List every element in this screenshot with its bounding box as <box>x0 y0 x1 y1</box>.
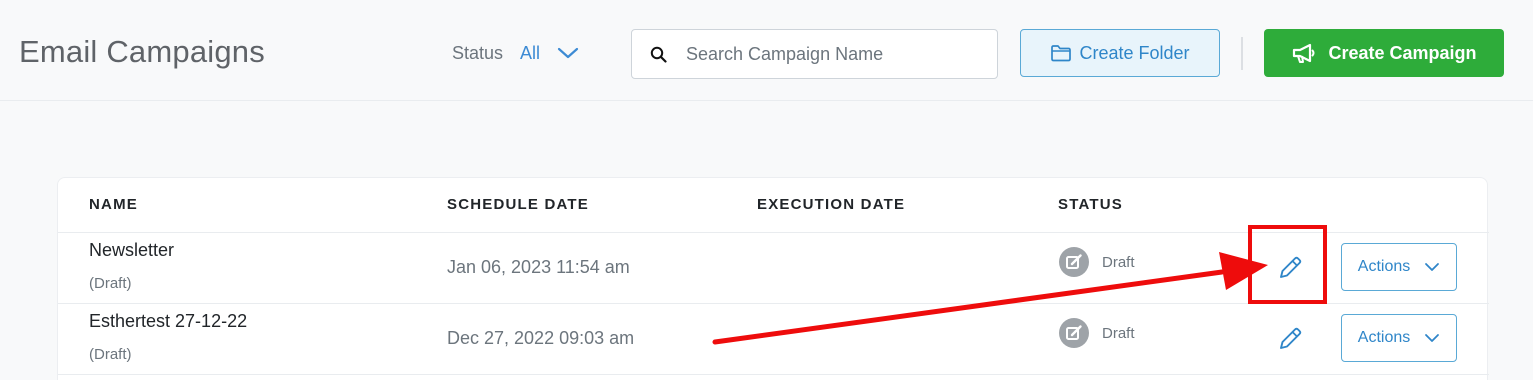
page-title: Email Campaigns <box>19 34 265 69</box>
create-campaign-button[interactable]: Create Campaign <box>1264 29 1504 77</box>
create-campaign-label: Create Campaign <box>1328 42 1477 63</box>
campaign-name[interactable]: Newsletter <box>89 240 174 261</box>
column-header-status: STATUS <box>1058 196 1123 213</box>
edit-square-icon <box>1059 318 1089 348</box>
status-badge: Draft <box>1059 318 1135 348</box>
table-row: Esthertest 27-12-22 (Draft) Dec 27, 2022… <box>58 304 1489 375</box>
actions-dropdown-button[interactable]: Actions <box>1341 314 1457 362</box>
schedule-date: Jan 06, 2023 11:54 am <box>447 257 630 277</box>
schedule-date: Dec 27, 2022 09:03 am <box>447 328 635 348</box>
edit-square-icon <box>1059 247 1089 277</box>
chevron-down-icon <box>1424 333 1440 343</box>
column-header-execution-date: EXECUTION DATE <box>757 196 906 213</box>
column-header-schedule-date: SCHEDULE DATE <box>447 196 589 213</box>
actions-dropdown-button[interactable]: Actions <box>1341 243 1457 291</box>
search-box[interactable] <box>631 29 998 79</box>
status-filter-label: Status <box>452 42 504 63</box>
header-divider <box>1241 37 1243 70</box>
megaphone-icon <box>1291 42 1317 64</box>
status-filter-value[interactable]: All <box>520 43 540 64</box>
search-icon <box>650 46 667 63</box>
chevron-down-icon <box>1424 262 1440 272</box>
folder-icon <box>1050 44 1072 62</box>
page-header: Email Campaigns Status All Create Folder <box>0 0 1533 101</box>
email-campaigns-page: Email Campaigns Status All Create Folder <box>0 0 1533 380</box>
create-folder-label: Create Folder <box>1079 42 1190 63</box>
chevron-down-icon[interactable] <box>557 46 579 60</box>
campaign-sub-status: (Draft) <box>89 346 132 363</box>
status-text: Draft <box>1102 324 1135 342</box>
row-divider <box>58 374 1489 375</box>
status-filter-dropdown[interactable]: Status All <box>452 40 579 66</box>
actions-label: Actions <box>1357 258 1411 275</box>
actions-label: Actions <box>1357 329 1411 346</box>
status-badge: Draft <box>1059 247 1135 277</box>
search-input[interactable] <box>686 30 986 78</box>
campaign-sub-status: (Draft) <box>89 275 132 292</box>
campaign-name[interactable]: Esthertest 27-12-22 <box>89 311 247 332</box>
annotation-highlight-box <box>1248 225 1327 304</box>
create-folder-button[interactable]: Create Folder <box>1020 29 1220 77</box>
pencil-icon[interactable] <box>1276 325 1304 353</box>
status-text: Draft <box>1102 253 1135 271</box>
column-header-name: NAME <box>89 196 138 213</box>
